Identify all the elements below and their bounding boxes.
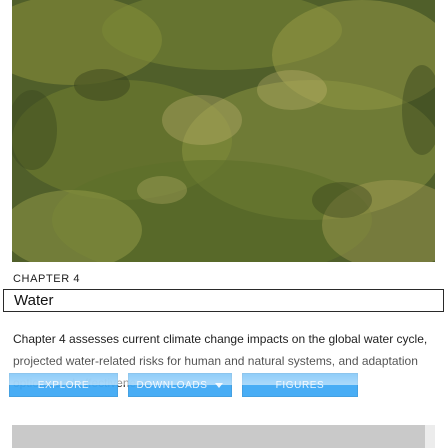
horizontal-scrollbar-thumb[interactable] bbox=[12, 425, 425, 448]
explore-button[interactable]: EXPLORE bbox=[9, 373, 118, 397]
explore-button-label: EXPLORE bbox=[37, 379, 90, 391]
hero-image bbox=[12, 0, 435, 262]
chevron-down-icon bbox=[215, 382, 224, 388]
moss-texture-image bbox=[12, 0, 435, 262]
chapter-eyebrow: CHAPTER 4 bbox=[13, 273, 81, 285]
chapter-title-box[interactable]: Water bbox=[3, 289, 444, 312]
downloads-button[interactable]: DOWNLOADS bbox=[128, 373, 232, 397]
figures-button-label: FIGURES bbox=[275, 379, 325, 391]
figures-button[interactable]: FIGURES bbox=[242, 373, 358, 397]
chapter-card: CHAPTER 4 Water Chapter 4 assesses curre… bbox=[0, 0, 448, 448]
downloads-button-label: DOWNLOADS bbox=[136, 379, 208, 391]
chapter-title: Water bbox=[14, 292, 54, 309]
chapter-actions: EXPLORE DOWNLOADS FIGURES bbox=[0, 373, 448, 399]
